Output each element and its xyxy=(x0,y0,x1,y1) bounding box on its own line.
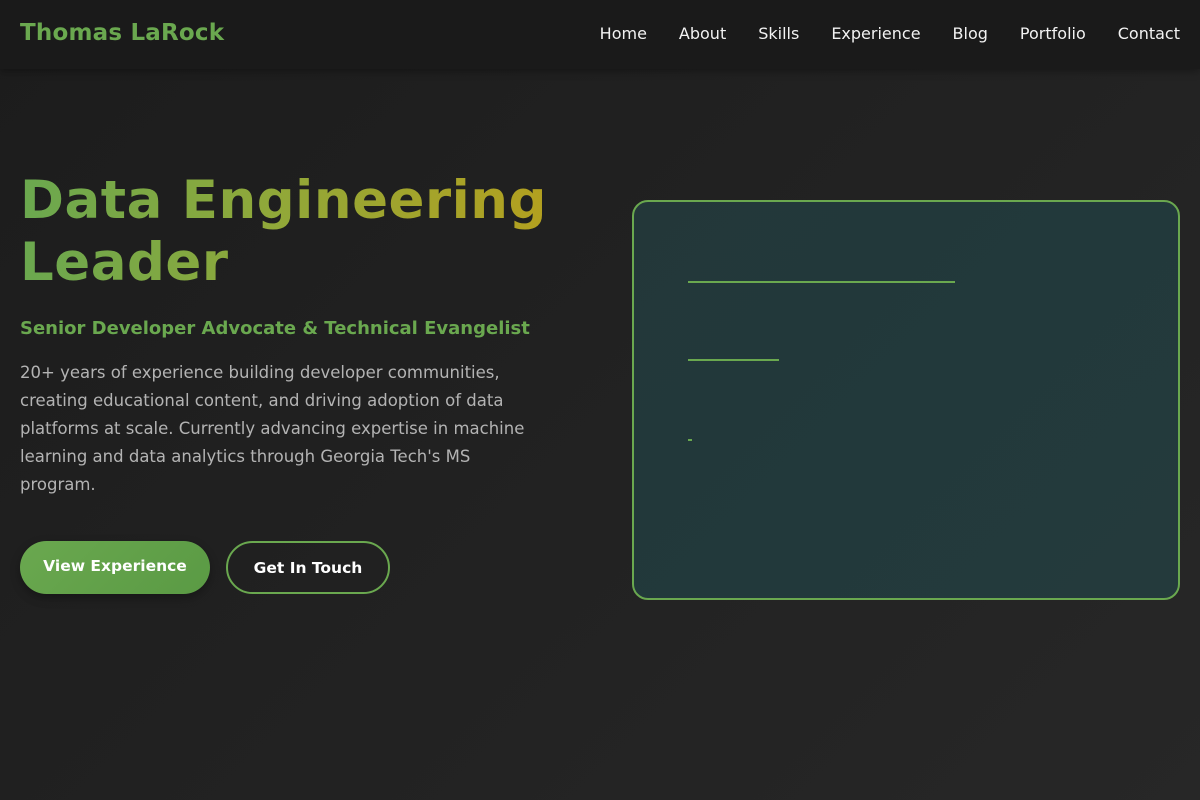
hero-content: Data Engineering Leader Senior Developer… xyxy=(20,170,560,499)
brand-logo-link[interactable]: Thomas LaRock xyxy=(20,20,224,46)
nav-links: Home About Skills Experience Blog Portfo… xyxy=(600,24,1180,43)
nav-link-portfolio[interactable]: Portfolio xyxy=(1020,24,1086,43)
card-line-3 xyxy=(688,439,692,441)
navbar: Thomas LaRock Home About Skills Experien… xyxy=(0,0,1200,69)
nav-item-blog: Blog xyxy=(953,24,988,43)
hero-title: Data Engineering Leader xyxy=(20,170,560,294)
card-line-2 xyxy=(688,359,779,361)
card-line-1 xyxy=(688,281,955,283)
nav-item-skills: Skills xyxy=(758,24,799,43)
hero-title-line-2: Leader xyxy=(20,232,229,293)
nav-item-home: Home xyxy=(600,24,647,43)
nav-link-experience[interactable]: Experience xyxy=(831,24,920,43)
nav-link-skills[interactable]: Skills xyxy=(758,24,799,43)
nav-link-about[interactable]: About xyxy=(679,24,726,43)
nav-item-experience: Experience xyxy=(831,24,920,43)
hero-description: 20+ years of experience building develop… xyxy=(20,363,525,494)
hero-title-line-1: Data Engineering xyxy=(20,170,547,231)
nav-link-home[interactable]: Home xyxy=(600,24,647,43)
nav-item-portfolio: Portfolio xyxy=(1020,24,1086,43)
hero-buttons: View Experience Get In Touch xyxy=(20,541,390,594)
nav-link-blog[interactable]: Blog xyxy=(953,24,988,43)
hero-code-card xyxy=(632,200,1180,600)
view-experience-button[interactable]: View Experience xyxy=(20,541,210,594)
nav-item-contact: Contact xyxy=(1118,24,1180,43)
nav-item-about: About xyxy=(679,24,726,43)
nav-link-contact[interactable]: Contact xyxy=(1118,24,1180,43)
hero-subtitle: Senior Developer Advocate & Technical Ev… xyxy=(20,318,530,339)
get-in-touch-button[interactable]: Get In Touch xyxy=(226,541,390,594)
